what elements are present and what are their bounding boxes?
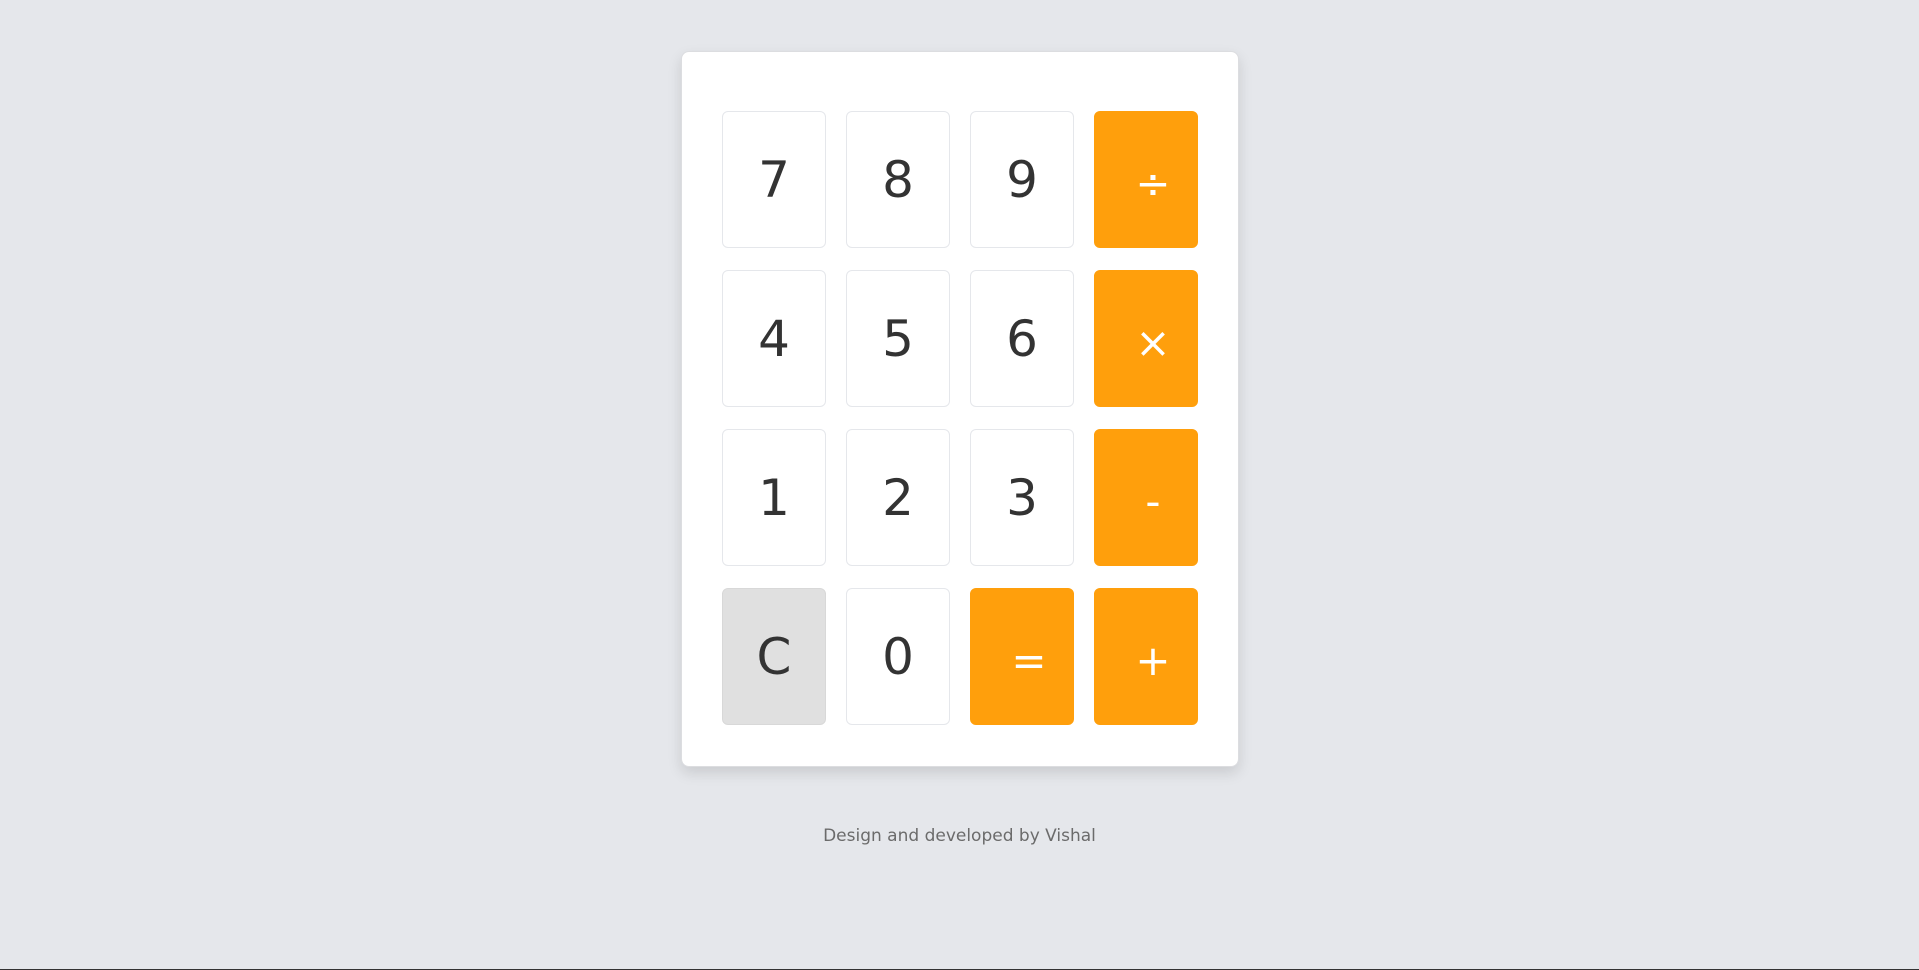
key-multiply[interactable]: × bbox=[1094, 270, 1198, 407]
key-2[interactable]: 2 bbox=[846, 429, 950, 566]
subtract-label: - bbox=[1145, 477, 1161, 526]
equals-label: = bbox=[1011, 636, 1047, 685]
divide-label: ÷ bbox=[1135, 159, 1171, 208]
key-3[interactable]: 3 bbox=[970, 429, 1074, 566]
key-5[interactable]: 5 bbox=[846, 270, 950, 407]
key-6[interactable]: 6 bbox=[970, 270, 1074, 407]
key-8[interactable]: 8 bbox=[846, 111, 950, 248]
key-divide[interactable]: ÷ bbox=[1094, 111, 1198, 248]
add-label: + bbox=[1135, 636, 1171, 685]
keypad: 7 8 9 ÷ 4 5 6 × 1 2 3 - C 0 = + bbox=[722, 111, 1198, 725]
key-equals[interactable]: = bbox=[970, 588, 1074, 725]
key-0[interactable]: 0 bbox=[846, 588, 950, 725]
key-4[interactable]: 4 bbox=[722, 270, 826, 407]
key-add[interactable]: + bbox=[1094, 588, 1198, 725]
key-7[interactable]: 7 bbox=[722, 111, 826, 248]
key-clear[interactable]: C bbox=[722, 588, 826, 725]
footer-credit: Design and developed by Vishal bbox=[823, 826, 1096, 846]
multiply-label: × bbox=[1135, 318, 1171, 367]
key-subtract[interactable]: - bbox=[1094, 429, 1198, 566]
calculator-panel: 7 8 9 ÷ 4 5 6 × 1 2 3 - C 0 = + bbox=[681, 51, 1239, 767]
key-1[interactable]: 1 bbox=[722, 429, 826, 566]
key-9[interactable]: 9 bbox=[970, 111, 1074, 248]
